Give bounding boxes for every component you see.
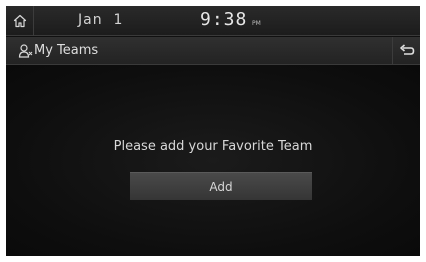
status-date: Jan 1: [78, 12, 124, 28]
status-bar: Jan 1 9:38 PM: [6, 6, 420, 36]
home-icon: [13, 14, 26, 28]
home-button[interactable]: [6, 6, 34, 36]
back-button[interactable]: [392, 37, 420, 64]
title-bar: My Teams: [6, 37, 420, 65]
page-title: My Teams: [34, 43, 99, 58]
head-unit-screen: Jan 1 9:38 PM My Teams Please add your F…: [6, 6, 420, 256]
status-time: 9:38: [200, 9, 248, 30]
person-icon: [18, 44, 33, 58]
empty-state-message: Please add your Favorite Team: [113, 139, 313, 154]
back-arrow-icon: [399, 43, 414, 55]
add-team-button[interactable]: Add: [130, 172, 312, 200]
status-ampm: PM: [252, 20, 261, 27]
main-content: Please add your Favorite Team Add: [6, 65, 420, 256]
